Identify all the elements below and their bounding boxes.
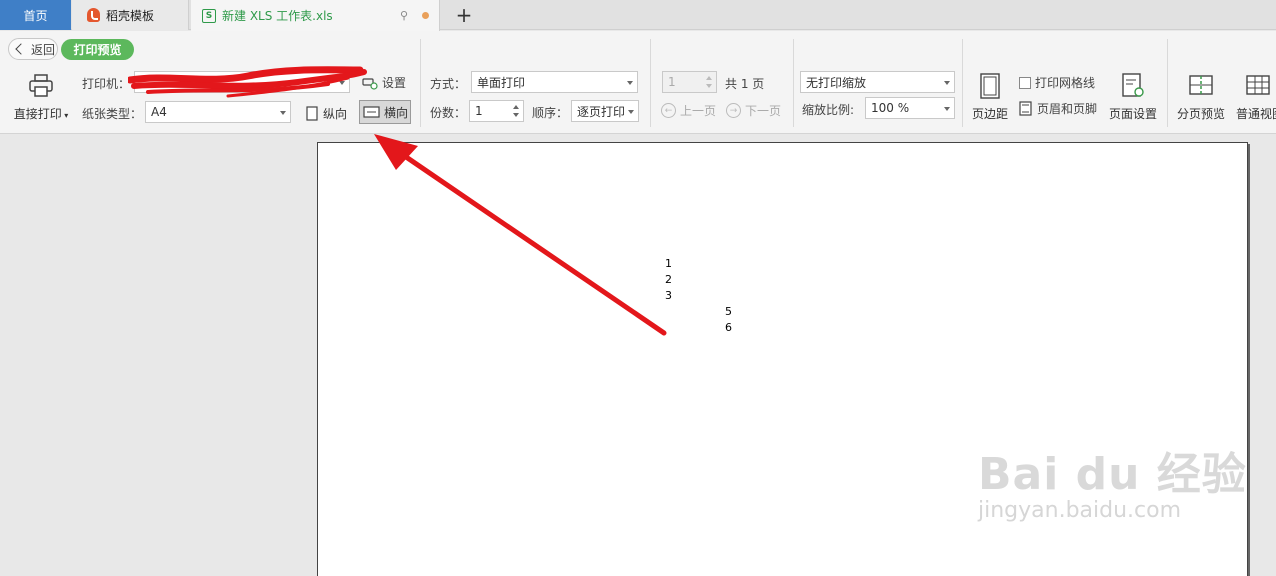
back-label: 返回 (31, 42, 56, 57)
printer-icon (29, 74, 53, 97)
arrow-left-icon: ← (661, 103, 676, 118)
tab-document-label: 新建 XLS 工作表.xls (222, 9, 333, 23)
spin-up-icon[interactable] (706, 76, 712, 80)
printer-settings-icon (362, 77, 378, 90)
prev-page-label: 上一页 (680, 104, 717, 118)
checkbox-icon (1019, 76, 1031, 89)
tab-document[interactable]: S 新建 XLS 工作表.xls ⚲ (191, 0, 440, 31)
page-setup-label: 页面设置 (1108, 107, 1157, 121)
group-divider (420, 39, 421, 127)
chevron-down-icon (280, 111, 286, 115)
group-divider (650, 39, 651, 127)
portrait-page-icon (306, 105, 318, 121)
tab-template[interactable]: 稻壳模板 (72, 0, 189, 30)
total-pages: 共 1 页 (725, 77, 765, 91)
prev-page-button[interactable]: ← 上一页 (661, 102, 716, 119)
copies-label: 份数： (430, 106, 467, 120)
margins-label: 页边距 (971, 107, 1008, 121)
chevron-down-icon (944, 107, 950, 111)
page-number-value: 1 (668, 75, 676, 89)
normal-view-button[interactable]: 普通视图 (1234, 73, 1276, 122)
print-mode-value: 单面打印 (477, 75, 526, 90)
baidu-jingyan-watermark: Bai du 经验 jingyan.baidu.com (978, 438, 1247, 523)
portrait-label: 纵向 (323, 106, 348, 121)
tab-home-label: 首页 (23, 8, 48, 23)
paper-type-select[interactable]: A4 (145, 101, 291, 123)
tab-home[interactable]: 首页 (0, 0, 71, 30)
chevron-down-icon (627, 81, 633, 85)
paper-type-value: A4 (151, 105, 167, 119)
tab-bar: 首页 稻壳模板 S 新建 XLS 工作表.xls ⚲ + (0, 0, 1276, 31)
new-tab-plus-icon[interactable]: + (454, 3, 474, 27)
order-label: 顺序： (532, 106, 569, 120)
tab-template-label: 稻壳模板 (106, 8, 155, 23)
printer-settings-button[interactable]: 设置 (362, 74, 406, 91)
landscape-label: 横向 (384, 105, 409, 120)
spin-down-icon[interactable] (706, 84, 712, 88)
spreadsheet-icon: S (202, 8, 216, 23)
page-break-preview-button[interactable]: 分页预览 (1174, 73, 1228, 122)
header-footer-label: 页眉和页脚 (1037, 102, 1098, 116)
print-gridlines-checkbox[interactable]: 打印网格线 (1019, 74, 1095, 91)
print-order-value: 逐页打印 (577, 104, 626, 119)
copies-value: 1 (475, 104, 483, 118)
spin-up-icon[interactable] (513, 105, 519, 109)
group-divider (1167, 39, 1168, 127)
settings-label: 设置 (382, 76, 407, 90)
zoom-value: 100 % (871, 101, 910, 115)
print-mode-select[interactable]: 单面打印 (471, 71, 638, 93)
page-setup-icon (1122, 73, 1144, 97)
chevron-left-icon (15, 43, 27, 55)
header-footer-button[interactable]: 页眉和页脚 (1019, 100, 1097, 117)
normal-view-icon (1246, 75, 1270, 95)
cell-value: 6 (725, 321, 732, 334)
direct-print-button[interactable]: 直接打印 ▾ (10, 73, 72, 122)
chevron-down-icon (944, 81, 950, 85)
zoom-select[interactable]: 100 % (865, 97, 955, 119)
unsaved-dot-icon (422, 12, 429, 19)
next-page-button[interactable]: → 下一页 (726, 102, 781, 119)
cell-value: 5 (725, 305, 732, 318)
page-break-preview-icon (1189, 75, 1213, 95)
landscape-button[interactable]: 横向 (359, 100, 411, 124)
print-order-select[interactable]: 逐页打印 (571, 100, 639, 122)
watermark-brand: Bai du 经验 (978, 449, 1247, 500)
copies-stepper[interactable]: 1 (469, 100, 524, 122)
arrow-right-icon: → (726, 103, 741, 118)
header-footer-icon (1019, 101, 1032, 116)
chevron-down-icon (628, 110, 634, 114)
print-scaling-value: 无打印缩放 (806, 75, 867, 90)
print-preview-badge: 打印预览 (61, 39, 134, 60)
page-number-stepper[interactable]: 1 (662, 71, 717, 93)
portrait-button[interactable]: 纵向 (302, 102, 351, 124)
red-scribble-redaction (128, 66, 367, 98)
page-setup-button[interactable]: 页面设置 (1105, 73, 1161, 122)
print-mode-label: 方式： (430, 77, 467, 91)
group-divider (793, 39, 794, 127)
print-preview-toolbar: 返回 打印预览 直接打印 ▾ 打印机： 设置 纸张类型： A4 纵向 横向 方式… (0, 31, 1276, 134)
print-gridlines-label: 打印网格线 (1035, 76, 1096, 90)
margins-button[interactable]: 页边距 (970, 73, 1010, 122)
normal-view-label: 普通视图 (1236, 107, 1276, 121)
pin-icon[interactable]: ⚲ (400, 9, 408, 22)
paper-type-label: 纸张类型： (82, 107, 143, 121)
margins-icon (980, 73, 1000, 99)
direct-print-label: 直接打印 ▾ (13, 107, 69, 121)
group-divider (962, 39, 963, 127)
back-button[interactable]: 返回 (8, 38, 58, 60)
spin-down-icon[interactable] (513, 113, 519, 117)
red-annotation-arrow (374, 134, 667, 336)
landscape-page-icon (363, 106, 380, 118)
print-scaling-select[interactable]: 无打印缩放 (800, 71, 955, 93)
page-break-preview-label: 分页预览 (1176, 107, 1225, 121)
docer-logo-icon (87, 8, 100, 22)
zoom-label: 缩放比例: (802, 103, 855, 117)
printer-label: 打印机： (82, 77, 131, 91)
next-page-label: 下一页 (745, 104, 782, 118)
